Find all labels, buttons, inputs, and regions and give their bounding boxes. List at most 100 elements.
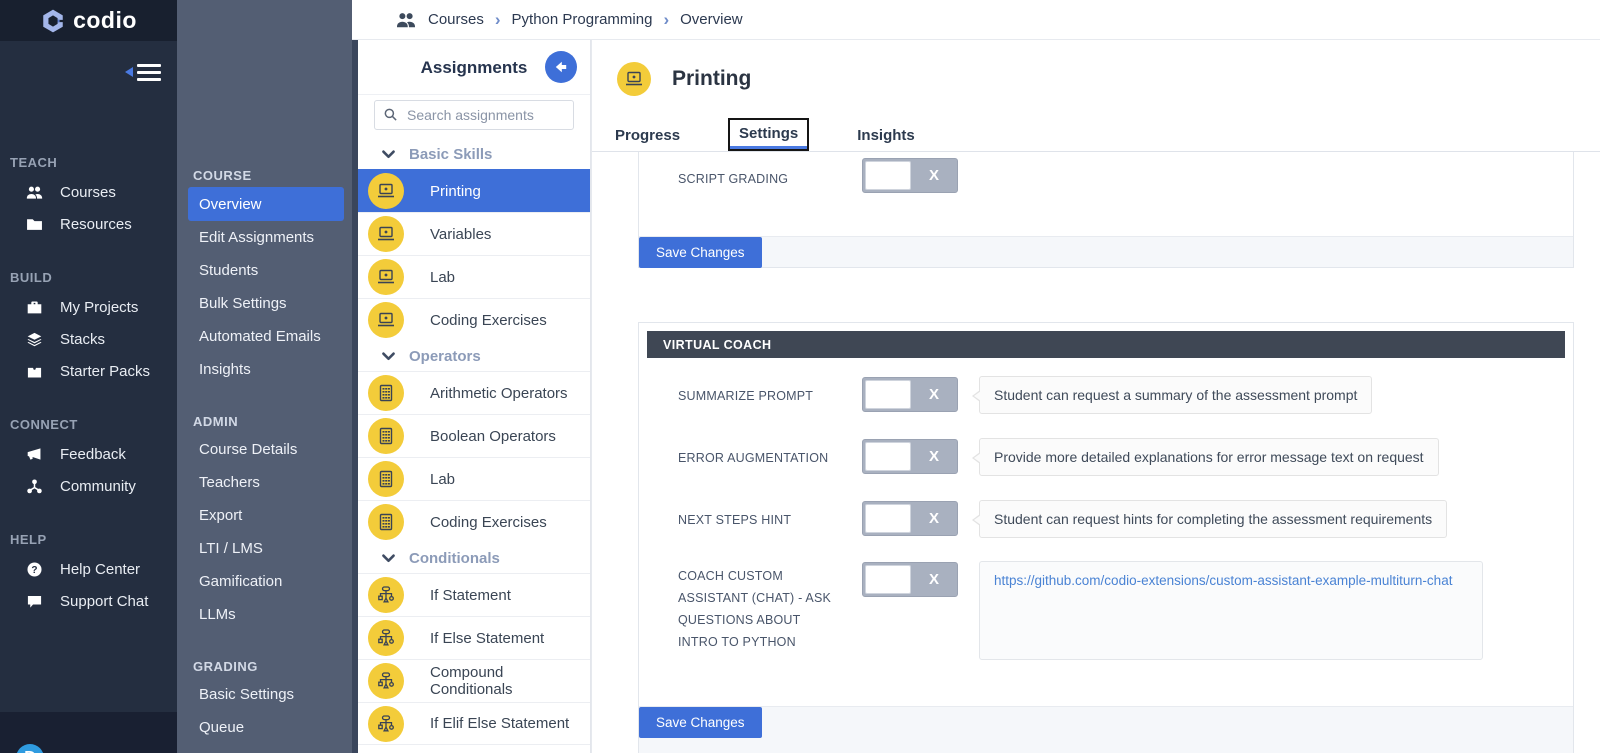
sidebar-item-stacks[interactable]: Stacks xyxy=(0,323,177,355)
error-augmentation-value[interactable]: Provide more detailed explanations for e… xyxy=(979,438,1439,476)
page-title: Printing xyxy=(672,67,751,91)
next-steps-hint-value[interactable]: Student can request hints for completing… xyxy=(979,500,1447,538)
assignments-panel: Assignments Basic Skills Printing Variab… xyxy=(352,40,591,753)
assignment-label: If Else Statement xyxy=(430,630,544,647)
toggle-knob xyxy=(865,565,911,594)
course-nav-sidebar: COURSE Overview Edit Assignments Student… xyxy=(177,0,352,753)
sidebar-item-label: Stacks xyxy=(60,331,105,348)
course-nav-bulk-settings[interactable]: Bulk Settings xyxy=(177,287,352,320)
group-header-conditionals[interactable]: Conditionals xyxy=(358,543,590,573)
briefcase-icon xyxy=(26,299,43,316)
sidebar-item-help-center[interactable]: Help Center xyxy=(0,553,177,585)
assignment-item-lab[interactable]: Lab xyxy=(358,255,590,298)
community-icon xyxy=(26,478,43,495)
summarize-prompt-value[interactable]: Student can request a summary of the ass… xyxy=(979,376,1372,414)
assignment-item-if-statement[interactable]: If Statement xyxy=(358,573,590,616)
assignment-item-arithmetic-operators[interactable]: Arithmetic Operators xyxy=(358,371,590,414)
script-grading-card: SCRIPT GRADING X Save Changes xyxy=(638,152,1574,268)
codio-logo-icon xyxy=(40,8,66,34)
toggle-off-x-icon: X xyxy=(911,563,957,596)
toggle-knob xyxy=(865,161,911,190)
section-label-course: COURSE xyxy=(193,168,352,183)
sidebar-item-courses[interactable]: Courses xyxy=(0,176,177,208)
assignment-item-if-else-statement[interactable]: If Else Statement xyxy=(358,616,590,659)
assignment-label: Arithmetic Operators xyxy=(430,385,568,402)
section-label-grading: GRADING xyxy=(193,659,352,674)
course-nav-queue[interactable]: Queue xyxy=(177,711,352,744)
coach-custom-assistant-label: COACH CUSTOM ASSISTANT (CHAT) - ASK QUES… xyxy=(678,565,836,653)
assignment-item-printing[interactable]: Printing xyxy=(358,169,590,212)
save-changes-button[interactable]: Save Changes xyxy=(639,707,762,738)
sidebar-item-label: My Projects xyxy=(60,299,138,316)
collapse-sidebar-button[interactable] xyxy=(125,60,161,85)
next-steps-hint-toggle[interactable]: X xyxy=(862,501,958,536)
sidebar-item-feedback[interactable]: Feedback xyxy=(0,438,177,470)
user-menu[interactable]: D MSHAHBAR xyxy=(0,712,177,753)
user-avatar: D xyxy=(16,744,44,753)
sidebar-item-support-chat[interactable]: Support Chat xyxy=(0,585,177,617)
script-grading-toggle[interactable]: X xyxy=(862,158,958,193)
assignment-label: If Elif Else Statement xyxy=(430,715,569,732)
error-augmentation-toggle[interactable]: X xyxy=(862,439,958,474)
summarize-prompt-toggle[interactable]: X xyxy=(862,377,958,412)
course-nav-edit-assignments[interactable]: Edit Assignments xyxy=(177,221,352,254)
search-assignments-input[interactable] xyxy=(374,100,574,130)
chevron-down-icon xyxy=(381,147,396,162)
menu-icon xyxy=(137,60,161,85)
tab-settings[interactable]: Settings xyxy=(728,118,809,151)
breadcrumb-overview[interactable]: Overview xyxy=(680,11,743,28)
sidebar-item-starter-packs[interactable]: Starter Packs xyxy=(0,355,177,387)
toggle-off-x-icon: X xyxy=(911,502,957,535)
arrow-left-icon xyxy=(553,59,569,75)
card-footer: Save Changes xyxy=(639,706,1573,753)
assignment-item-boolean-operators[interactable]: Boolean Operators xyxy=(358,414,590,457)
laptop-icon xyxy=(368,259,404,295)
breadcrumb-python-programming[interactable]: Python Programming xyxy=(512,11,653,28)
chevron-right-icon: › xyxy=(663,11,669,28)
toggle-knob xyxy=(865,380,911,409)
course-nav-llms[interactable]: LLMs xyxy=(177,598,352,631)
course-nav-lti-lms[interactable]: LTI / LMS xyxy=(177,532,352,565)
group-header-basic-skills[interactable]: Basic Skills xyxy=(358,139,590,169)
course-nav-teachers[interactable]: Teachers xyxy=(177,466,352,499)
assignment-label: Lab xyxy=(430,471,455,488)
coach-custom-assistant-value-box[interactable]: https://github.com/codio-extensions/cust… xyxy=(979,561,1483,660)
toggle-off-x-icon: X xyxy=(911,440,957,473)
github-extension-link[interactable]: https://github.com/codio-extensions/cust… xyxy=(994,573,1452,588)
assignment-item-coding-exercises-2[interactable]: Coding Exercises xyxy=(358,500,590,543)
assignment-item-lab-2[interactable]: Lab xyxy=(358,457,590,500)
assignment-item-if-elif-else-statement[interactable]: If Elif Else Statement xyxy=(358,702,590,745)
tab-progress[interactable]: Progress xyxy=(613,120,682,151)
course-nav-course-details[interactable]: Course Details xyxy=(177,433,352,466)
assignment-label: Coding Exercises xyxy=(430,312,547,329)
folder-icon xyxy=(26,216,43,233)
course-nav-automated-emails[interactable]: Automated Emails xyxy=(177,320,352,353)
coach-custom-assistant-toggle[interactable]: X xyxy=(862,562,958,597)
assignment-item-compound-conditionals[interactable]: Compound Conditionals xyxy=(358,659,590,702)
collapse-assignments-button[interactable] xyxy=(545,51,577,83)
assignment-item-coding-exercises[interactable]: Coding Exercises xyxy=(358,298,590,341)
script-grading-label: SCRIPT GRADING xyxy=(678,168,788,190)
course-nav-export[interactable]: Export xyxy=(177,499,352,532)
sidebar-item-resources[interactable]: Resources xyxy=(0,208,177,240)
course-nav-gamification[interactable]: Gamification xyxy=(177,565,352,598)
sidebar-item-community[interactable]: Community xyxy=(0,470,177,502)
group-header-operators[interactable]: Operators xyxy=(358,341,590,371)
laptop-icon xyxy=(617,62,651,96)
course-nav-basic-settings[interactable]: Basic Settings xyxy=(177,678,352,711)
course-nav-overview[interactable]: Overview xyxy=(188,187,344,221)
breadcrumb-bar: Courses › Python Programming › Overview xyxy=(352,0,1600,40)
codio-logo[interactable]: codio xyxy=(0,0,177,41)
course-nav-students[interactable]: Students xyxy=(177,254,352,287)
assignment-item-variables[interactable]: Variables xyxy=(358,212,590,255)
next-steps-hint-label: NEXT STEPS HINT xyxy=(678,509,848,531)
tab-insights[interactable]: Insights xyxy=(855,120,917,151)
section-label-help: HELP xyxy=(10,532,177,547)
toggle-off-x-icon: X xyxy=(911,159,957,192)
sidebar-item-label: Resources xyxy=(60,216,132,233)
sidebar-item-my-projects[interactable]: My Projects xyxy=(0,291,177,323)
save-changes-button[interactable]: Save Changes xyxy=(639,237,762,268)
virtual-coach-card: VIRTUAL COACH SUMMARIZE PROMPT X Student… xyxy=(638,322,1574,753)
course-nav-insights[interactable]: Insights xyxy=(177,353,352,386)
breadcrumb-courses[interactable]: Courses xyxy=(428,11,484,28)
